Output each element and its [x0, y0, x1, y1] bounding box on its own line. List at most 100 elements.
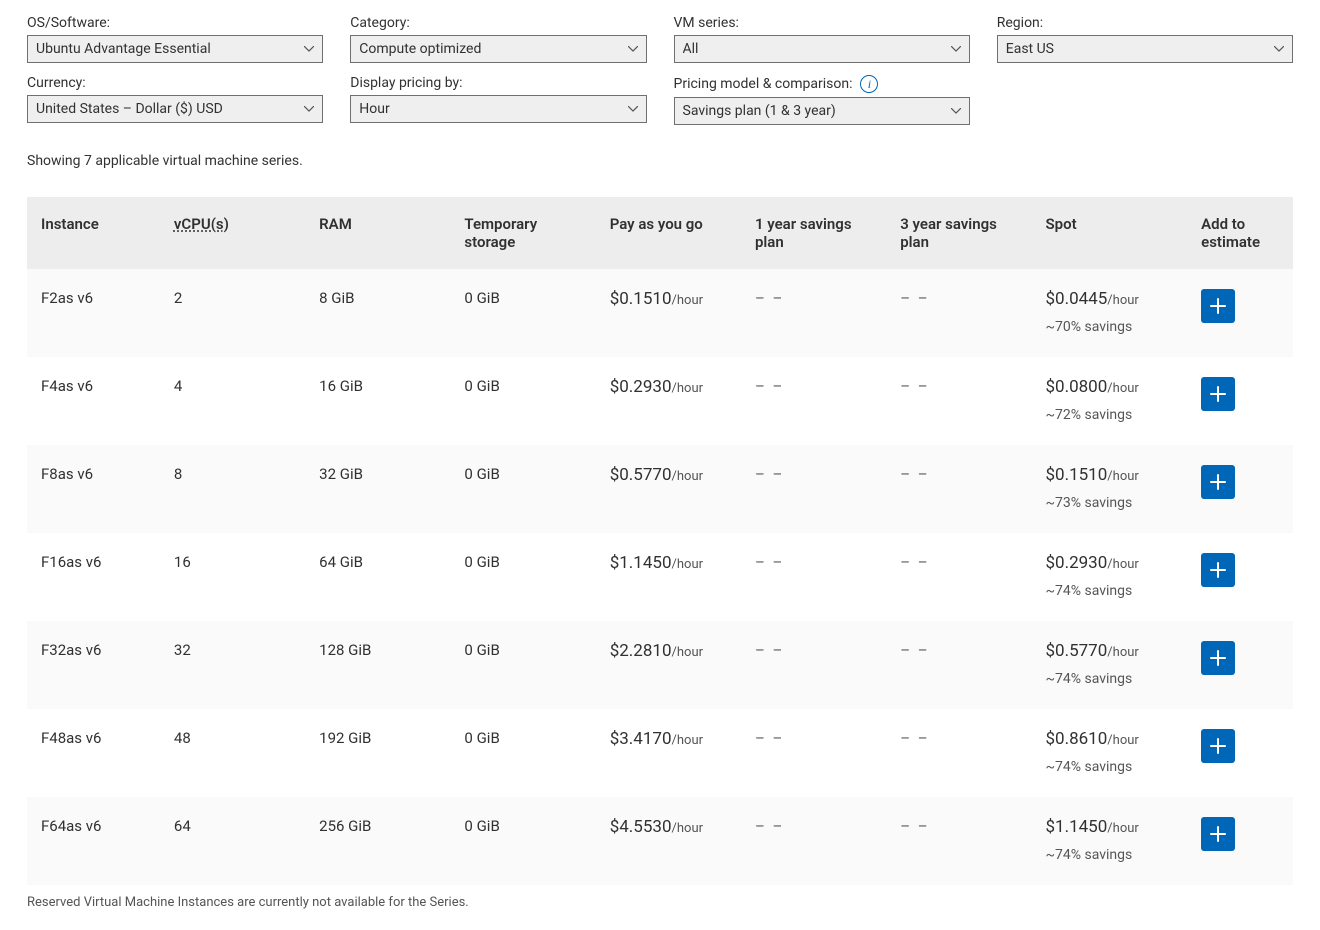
cell-temp: 0 GiB	[452, 357, 597, 445]
cell-temp: 0 GiB	[452, 621, 597, 709]
savings-text: ~74% savings	[1045, 847, 1177, 863]
filter-displayby: Display pricing by: Hour	[350, 75, 646, 125]
plus-icon	[1210, 738, 1226, 754]
cell-1yr: – –	[743, 445, 888, 533]
add-to-estimate-button[interactable]	[1201, 465, 1235, 499]
savings-text: ~74% savings	[1045, 759, 1177, 775]
th-3yr-savings: 3 year savings plan	[888, 197, 1033, 269]
add-to-estimate-button[interactable]	[1201, 289, 1235, 323]
savings-text: ~70% savings	[1045, 319, 1177, 335]
cell-instance: F16as v6	[27, 533, 162, 621]
cell-vcpu: 2	[162, 269, 307, 357]
filter-displayby-label: Display pricing by:	[350, 75, 646, 91]
cell-ram: 256 GiB	[307, 797, 452, 885]
filter-bar: OS/Software: Ubuntu Advantage Essential …	[0, 0, 1320, 145]
cell-1yr: – –	[743, 797, 888, 885]
filter-region-select[interactable]: East US	[997, 35, 1293, 63]
info-icon[interactable]: i	[860, 75, 878, 93]
th-add: Add to estimate	[1189, 197, 1293, 269]
cell-payg: $0.1510/hour	[598, 269, 743, 357]
footnote: Reserved Virtual Machine Instances are c…	[0, 885, 1320, 930]
add-to-estimate-button[interactable]	[1201, 553, 1235, 587]
cell-ram: 192 GiB	[307, 709, 452, 797]
cell-1yr: – –	[743, 269, 888, 357]
cell-payg: $4.5530/hour	[598, 797, 743, 885]
table-row: F48as v648192 GiB0 GiB$3.4170/hour– –– –…	[27, 709, 1293, 797]
cell-ram: 32 GiB	[307, 445, 452, 533]
cell-temp: 0 GiB	[452, 445, 597, 533]
th-spot: Spot	[1033, 197, 1189, 269]
plus-icon	[1210, 386, 1226, 402]
cell-instance: F32as v6	[27, 621, 162, 709]
th-temp-storage: Temporary storage	[452, 197, 597, 269]
plus-icon	[1210, 298, 1226, 314]
cell-payg: $0.5770/hour	[598, 445, 743, 533]
cell-3yr: – –	[888, 445, 1033, 533]
cell-add	[1189, 797, 1293, 885]
filter-region: Region: East US	[997, 15, 1293, 63]
cell-add	[1189, 269, 1293, 357]
savings-text: ~74% savings	[1045, 583, 1177, 599]
cell-vcpu: 48	[162, 709, 307, 797]
table-row: F2as v628 GiB0 GiB$0.1510/hour– –– –$0.0…	[27, 269, 1293, 357]
cell-payg: $2.2810/hour	[598, 621, 743, 709]
cell-temp: 0 GiB	[452, 269, 597, 357]
filter-category-select[interactable]: Compute optimized	[350, 35, 646, 63]
cell-3yr: – –	[888, 357, 1033, 445]
add-to-estimate-button[interactable]	[1201, 729, 1235, 763]
cell-temp: 0 GiB	[452, 709, 597, 797]
cell-temp: 0 GiB	[452, 533, 597, 621]
cell-add	[1189, 709, 1293, 797]
table-row: F4as v6416 GiB0 GiB$0.2930/hour– –– –$0.…	[27, 357, 1293, 445]
filter-os-label: OS/Software:	[27, 15, 323, 31]
th-payg: Pay as you go	[598, 197, 743, 269]
cell-instance: F8as v6	[27, 445, 162, 533]
cell-instance: F48as v6	[27, 709, 162, 797]
savings-text: ~73% savings	[1045, 495, 1177, 511]
filter-region-label: Region:	[997, 15, 1293, 31]
cell-vcpu: 64	[162, 797, 307, 885]
cell-spot: $0.1510/hour~73% savings	[1033, 445, 1189, 533]
cell-ram: 64 GiB	[307, 533, 452, 621]
cell-instance: F4as v6	[27, 357, 162, 445]
add-to-estimate-button[interactable]	[1201, 641, 1235, 675]
cell-add	[1189, 533, 1293, 621]
th-instance: Instance	[27, 197, 162, 269]
filter-pricingmodel-label-text: Pricing model & comparison:	[674, 76, 853, 92]
savings-text: ~74% savings	[1045, 671, 1177, 687]
cell-vcpu: 4	[162, 357, 307, 445]
filter-vmseries-select[interactable]: All	[674, 35, 970, 63]
filter-pricingmodel-label: Pricing model & comparison: i	[674, 75, 970, 93]
filter-currency-select[interactable]: United States – Dollar ($) USD	[27, 95, 323, 123]
table-row: F8as v6832 GiB0 GiB$0.5770/hour– –– –$0.…	[27, 445, 1293, 533]
add-to-estimate-button[interactable]	[1201, 817, 1235, 851]
cell-add	[1189, 445, 1293, 533]
filter-vmseries-label: VM series:	[674, 15, 970, 31]
filter-pricingmodel-select[interactable]: Savings plan (1 & 3 year)	[674, 97, 970, 125]
cell-payg: $1.1450/hour	[598, 533, 743, 621]
plus-icon	[1210, 562, 1226, 578]
plus-icon	[1210, 826, 1226, 842]
th-1yr-savings: 1 year savings plan	[743, 197, 888, 269]
plus-icon	[1210, 474, 1226, 490]
filter-os-select[interactable]: Ubuntu Advantage Essential	[27, 35, 323, 63]
cell-3yr: – –	[888, 621, 1033, 709]
table-row: F64as v664256 GiB0 GiB$4.5530/hour– –– –…	[27, 797, 1293, 885]
filter-displayby-select[interactable]: Hour	[350, 95, 646, 123]
cell-ram: 128 GiB	[307, 621, 452, 709]
cell-1yr: – –	[743, 709, 888, 797]
cell-add	[1189, 357, 1293, 445]
pricing-table: Instance vCPU(s) RAM Temporary storage P…	[27, 197, 1293, 885]
cell-spot: $0.5770/hour~74% savings	[1033, 621, 1189, 709]
cell-spot: $0.0800/hour~72% savings	[1033, 357, 1189, 445]
cell-spot: $0.2930/hour~74% savings	[1033, 533, 1189, 621]
cell-vcpu: 32	[162, 621, 307, 709]
filter-pricingmodel: Pricing model & comparison: i Savings pl…	[674, 75, 970, 125]
cell-ram: 8 GiB	[307, 269, 452, 357]
cell-instance: F64as v6	[27, 797, 162, 885]
th-vcpu[interactable]: vCPU(s)	[162, 197, 307, 269]
plus-icon	[1210, 650, 1226, 666]
cell-payg: $3.4170/hour	[598, 709, 743, 797]
add-to-estimate-button[interactable]	[1201, 377, 1235, 411]
cell-1yr: – –	[743, 533, 888, 621]
